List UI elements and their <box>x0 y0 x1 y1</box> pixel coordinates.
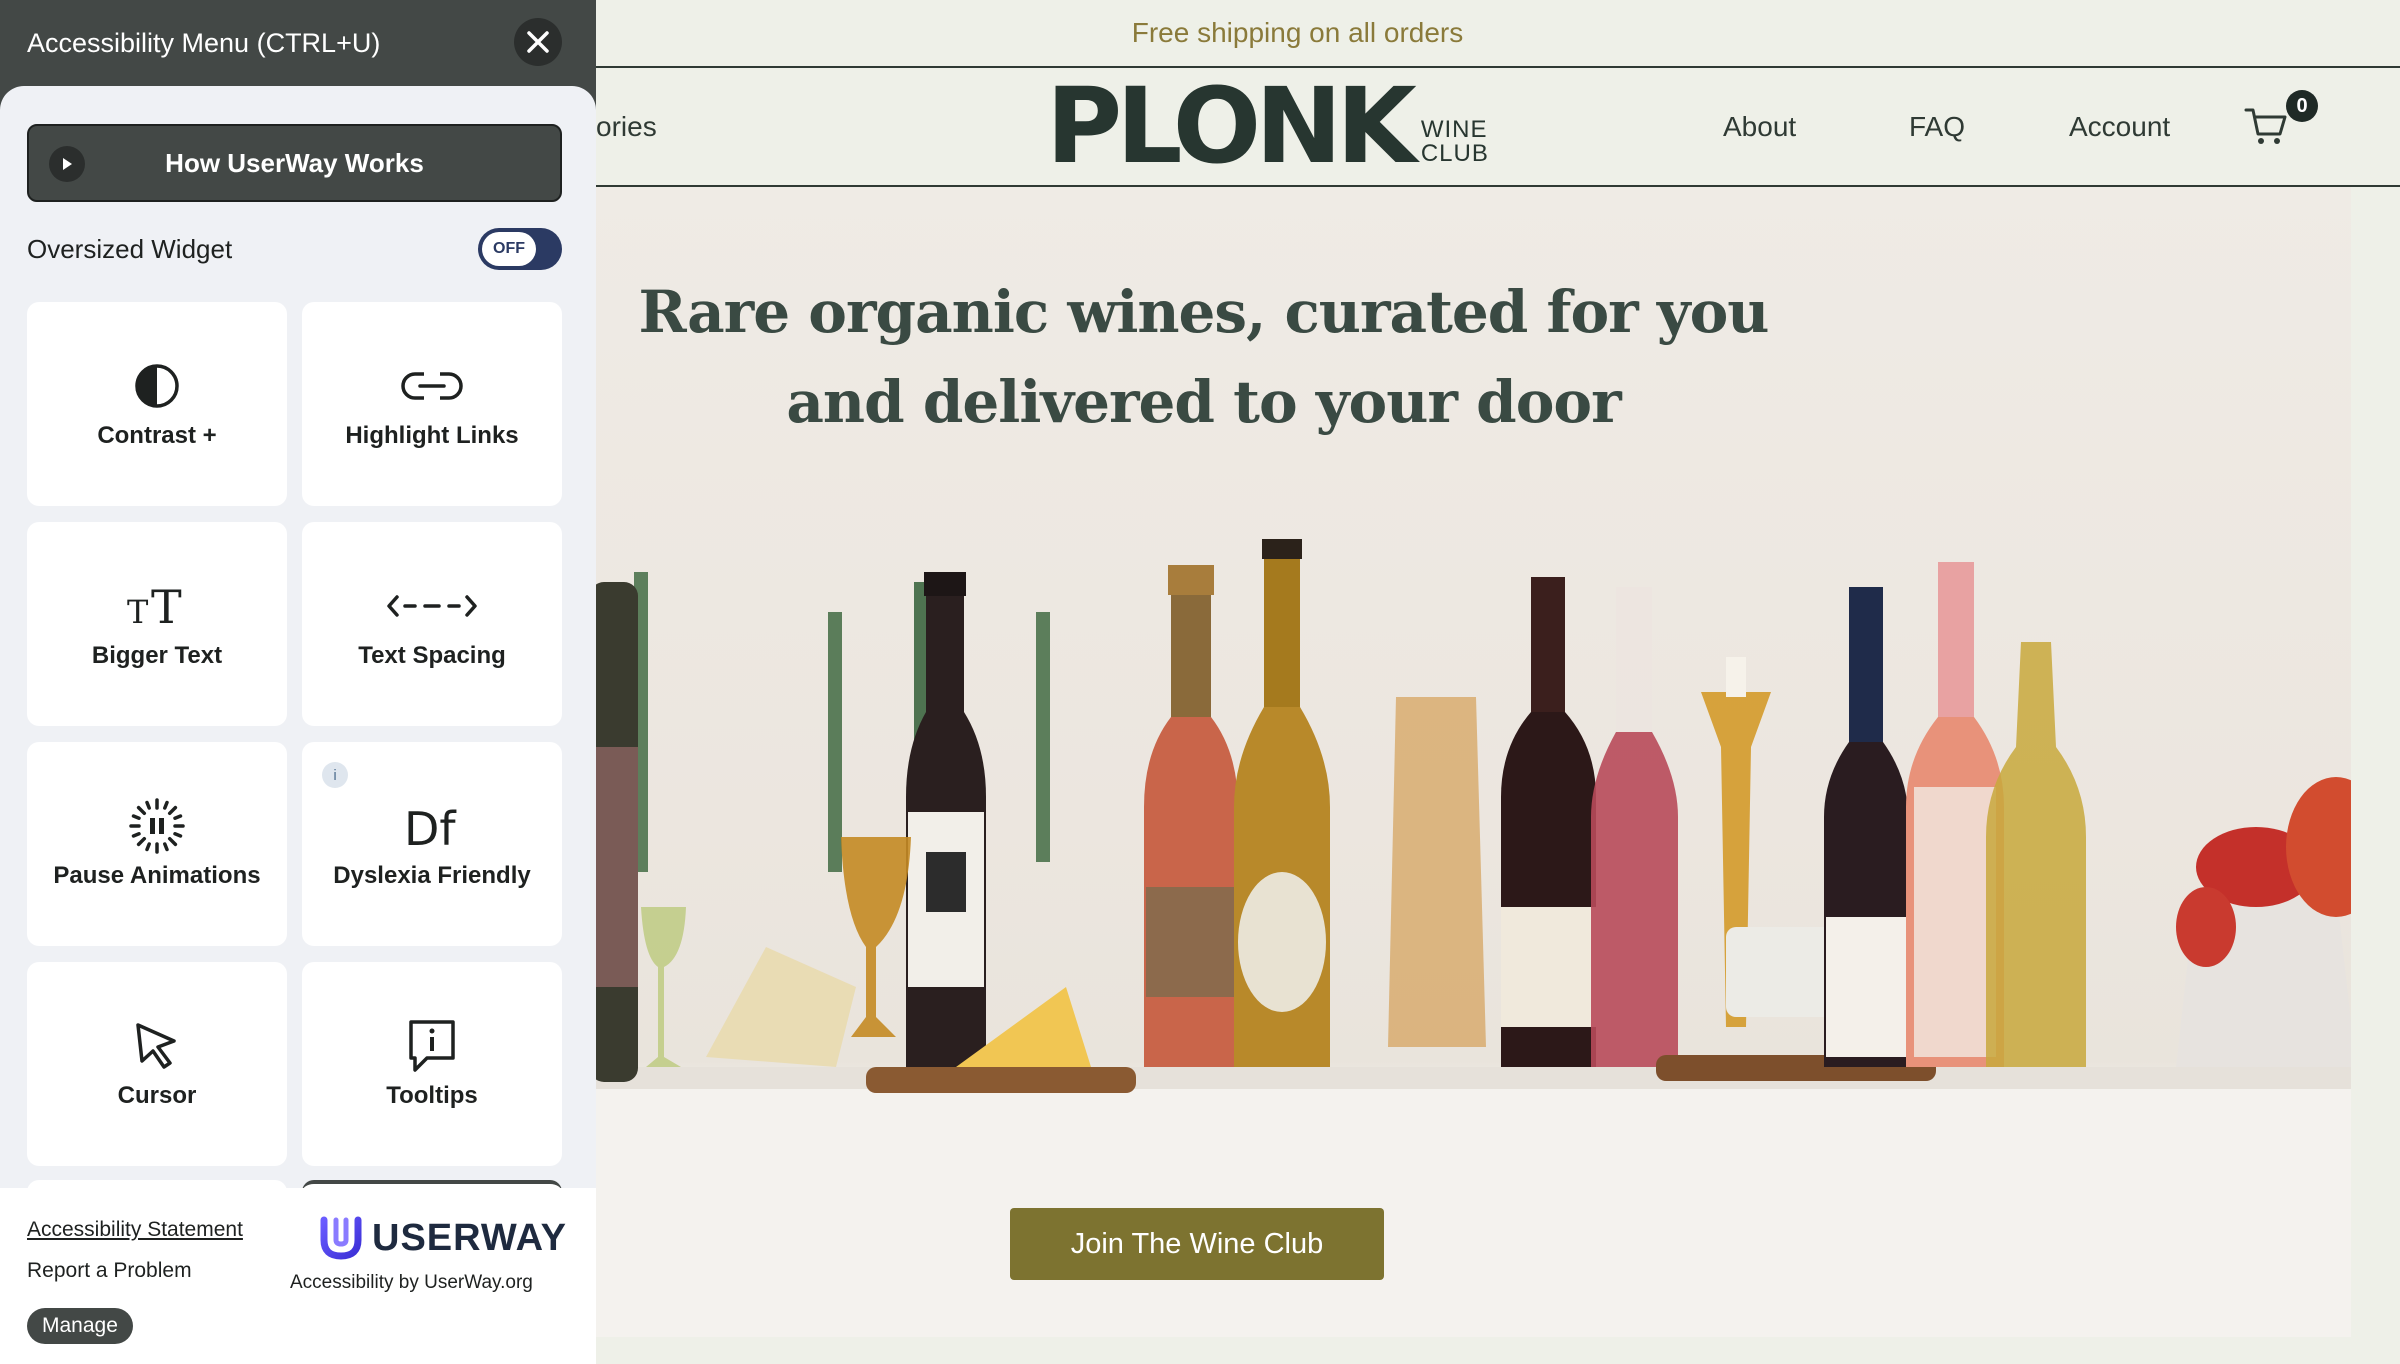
tile-label: Text Spacing <box>358 642 506 669</box>
svg-text:T: T <box>151 583 182 629</box>
highlight-links-tile[interactable]: Highlight Links <box>302 302 562 506</box>
info-icon: i <box>322 762 348 788</box>
contrast-tile[interactable]: Contrast + <box>27 302 287 506</box>
tile-label: Bigger Text <box>91 642 223 669</box>
tile-label: Highlight Links <box>345 422 519 449</box>
cursor-icon <box>134 1018 180 1074</box>
logo-subtitle: WINE CLUB <box>1421 118 1489 166</box>
logo-wordmark: PLONK <box>1046 65 1417 187</box>
pause-animations-tile[interactable]: Pause Animations <box>27 742 287 946</box>
announcement-text: Free shipping on all orders <box>1131 17 1464 48</box>
oversized-widget-row: Oversized Widget OFF <box>27 228 562 270</box>
toggle-state: OFF <box>482 232 536 266</box>
tooltip-icon <box>407 1018 457 1074</box>
join-wine-club-button[interactable]: Join The Wine Club <box>1010 1208 1384 1280</box>
userway-wordmark: USERWAY <box>372 1216 567 1259</box>
svg-text:Df: Df <box>404 802 457 851</box>
userway-caption: Accessibility by UserWay.org <box>290 1272 533 1293</box>
text-size-icon: T T <box>127 578 187 634</box>
tile-label: Tooltips <box>386 1082 478 1109</box>
userway-logo[interactable]: USERWAY <box>318 1216 567 1260</box>
tooltips-tile[interactable]: Tooltips <box>302 962 562 1166</box>
site-logo[interactable]: PLONK WINE CLUB <box>1046 65 1489 187</box>
accessibility-menu-body: How UserWay Works Oversized Widget OFF C… <box>0 86 596 1190</box>
dyslexia-icon: Df <box>402 798 462 854</box>
dyslexia-friendly-tile[interactable]: i Df Dyslexia Friendly <box>302 742 562 946</box>
accessibility-menu-title: Accessibility Menu (CTRL+U) <box>27 27 381 58</box>
play-icon <box>49 146 85 182</box>
nav-item-account[interactable]: Account <box>2069 68 2170 185</box>
cart-count-badge: 0 <box>2286 90 2318 122</box>
manage-button[interactable]: Manage <box>27 1308 133 1344</box>
text-spacing-icon <box>387 578 477 634</box>
oversized-widget-label: Oversized Widget <box>27 233 233 264</box>
hero-title: Rare organic wines, curated for you and … <box>638 278 1770 436</box>
tile-label: Contrast + <box>97 422 217 449</box>
logo-sub-line2: CLUB <box>1420 140 1489 167</box>
tile-label: Pause Animations <box>53 862 261 889</box>
close-icon[interactable] <box>514 18 562 66</box>
logo-sub-line1: WINE <box>1420 116 1488 143</box>
accessibility-menu-footer: Accessibility Statement Report a Problem… <box>0 1188 596 1364</box>
accessibility-menu: Accessibility Menu (CTRL+U) How UserWay … <box>0 0 596 1364</box>
report-problem-link[interactable]: Report a Problem <box>27 1259 192 1283</box>
text-spacing-tile[interactable]: Text Spacing <box>302 522 562 726</box>
hero-section: Rare organic wines, curated for you and … <box>596 187 2374 1337</box>
cart-icon[interactable] <box>2244 106 2288 146</box>
nav-item-about[interactable]: About <box>1723 68 1796 185</box>
pause-icon <box>129 798 185 854</box>
tile-label: Cursor <box>117 1082 197 1109</box>
tile-label: Dyslexia Friendly <box>333 862 531 889</box>
userway-icon <box>320 1216 362 1260</box>
accessibility-statement-link[interactable]: Accessibility Statement <box>27 1218 243 1242</box>
how-userway-works-label: How UserWay Works <box>165 147 424 178</box>
accessibility-menu-header: Accessibility Menu (CTRL+U) <box>0 0 596 86</box>
how-userway-works-button[interactable]: How UserWay Works <box>27 124 562 202</box>
oversized-widget-toggle[interactable]: OFF <box>478 228 562 270</box>
svg-text:T: T <box>127 593 149 629</box>
link-icon <box>400 358 464 414</box>
nav-item-faq[interactable]: FAQ <box>1909 68 1965 185</box>
bigger-text-tile[interactable]: T T Bigger Text <box>27 522 287 726</box>
contrast-icon <box>133 358 181 414</box>
cursor-tile[interactable]: Cursor <box>27 962 287 1166</box>
nav-item-categories[interactable]: ories <box>596 68 657 185</box>
